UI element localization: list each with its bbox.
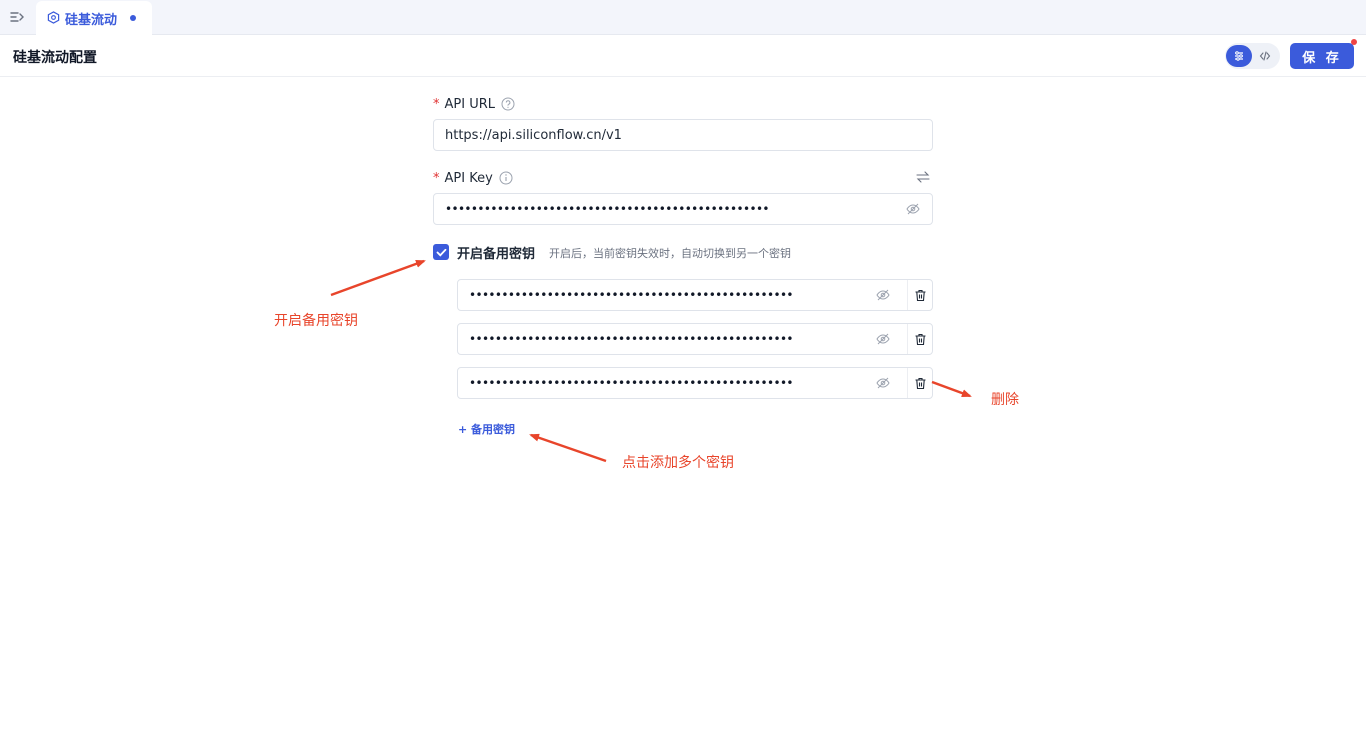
backup-key-row[interactable]: ••••••••••••••••••••••••••••••••••••••••… [457, 367, 933, 399]
trash-icon [915, 289, 926, 301]
unsaved-indicator [1351, 39, 1357, 45]
unsaved-dot [130, 15, 136, 21]
api-key-label-row: * API Key [433, 169, 513, 187]
required-mark: * [433, 96, 440, 112]
backup-key-value: ••••••••••••••••••••••••••••••••••••••••… [469, 288, 794, 302]
api-url-label-row: * API URL [433, 95, 515, 113]
backup-key-row[interactable]: ••••••••••••••••••••••••••••••••••••••••… [457, 323, 933, 355]
sidebar-toggle-icon[interactable] [9, 9, 25, 25]
trash-icon [915, 333, 926, 345]
info-icon[interactable] [499, 171, 513, 185]
backup-key-row[interactable]: ••••••••••••••••••••••••••••••••••••••••… [457, 279, 933, 311]
tab-siliconflow[interactable]: 硅基流动 [36, 1, 152, 35]
delete-backup-key-button[interactable] [907, 324, 933, 354]
annotation-delete: 删除 [991, 392, 1019, 408]
arrow-to-delete [931, 380, 972, 398]
tab-label: 硅基流动 [65, 13, 118, 28]
enable-backup-hint: 开启后，当前密钥失效时，自动切换到另一个密钥 [549, 247, 791, 260]
save-button[interactable]: 保 存 [1290, 43, 1354, 69]
api-key-input[interactable]: ••••••••••••••••••••••••••••••••••••••••… [433, 193, 933, 225]
help-icon[interactable] [501, 97, 515, 111]
code-icon [1259, 51, 1271, 61]
page-header: 硅基流动配置 保 存 [0, 35, 1366, 77]
arrow-to-add [529, 433, 607, 463]
enable-backup-label[interactable]: 开启备用密钥 [457, 243, 535, 262]
sliders-icon [1235, 51, 1243, 61]
delete-backup-key-button[interactable] [907, 280, 933, 310]
eye-off-icon[interactable] [876, 332, 890, 346]
form-view-button[interactable] [1226, 45, 1252, 67]
code-view-button[interactable] [1252, 45, 1278, 67]
api-url-input[interactable]: https://api.siliconflow.cn/v1 [433, 119, 933, 151]
backup-key-value: ••••••••••••••••••••••••••••••••••••••••… [469, 332, 794, 346]
arrow-to-checkbox [330, 259, 426, 297]
annotation-add-multiple: 点击添加多个密钥 [622, 455, 734, 471]
swap-icon[interactable] [916, 170, 930, 184]
tab-bar: 硅基流动 [0, 0, 1366, 35]
page-title: 硅基流动配置 [13, 50, 97, 66]
annotation-enable-backup: 开启备用密钥 [274, 313, 358, 329]
required-mark: * [433, 170, 440, 186]
api-key-value: ••••••••••••••••••••••••••••••••••••••••… [445, 202, 769, 216]
api-url-label: API URL [444, 96, 496, 112]
view-mode-switch [1225, 43, 1280, 69]
check-icon [436, 248, 446, 257]
api-url-value: https://api.siliconflow.cn/v1 [445, 127, 622, 143]
enable-backup-checkbox[interactable] [433, 244, 449, 260]
eye-off-icon[interactable] [906, 202, 920, 216]
eye-off-icon[interactable] [876, 288, 890, 302]
trash-icon [915, 377, 926, 389]
add-backup-key-button[interactable]: + 备用密钥 [458, 421, 515, 437]
api-key-label: API Key [444, 170, 493, 186]
provider-icon [47, 11, 60, 24]
eye-off-icon[interactable] [876, 376, 890, 390]
backup-key-value: ••••••••••••••••••••••••••••••••••••••••… [469, 376, 794, 390]
delete-backup-key-button[interactable] [907, 368, 933, 398]
